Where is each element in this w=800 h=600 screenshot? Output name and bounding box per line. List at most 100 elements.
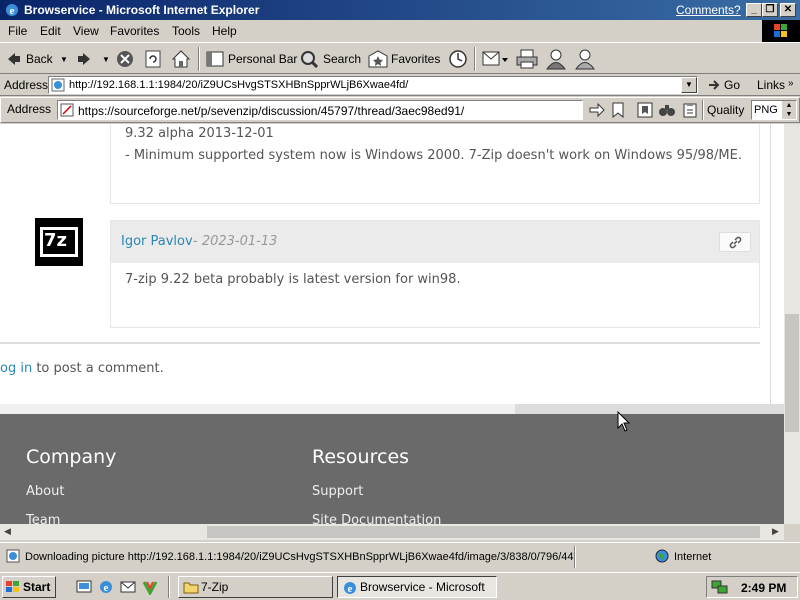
search-icon[interactable] [300,50,318,68]
folder-icon [183,580,199,594]
forward-button[interactable]: ▼ [74,47,110,71]
footer-support-link[interactable]: Support [312,484,363,499]
status-text: Downloading picture http://192.168.1.1:1… [25,551,575,563]
globe-icon [655,549,669,563]
broken-page-icon [60,103,74,117]
address-input[interactable]: http://192.168.1.1:1984/20/iZ9UCsHvgSTSX… [48,76,698,94]
start-button[interactable]: Start [2,576,56,598]
login-prompt: og in to post a comment. [0,361,164,376]
go-button[interactable]: Go [724,78,740,92]
go-arrow-icon[interactable] [708,78,722,92]
permalink-button[interactable] [719,232,751,252]
inner-address-input[interactable]: https://sourceforge.net/p/sevenzip/discu… [57,100,583,120]
windows-logo-icon [762,20,800,42]
back-arrow-icon [6,51,22,67]
clock[interactable]: 2:49 PM [741,581,786,595]
taskbar-item-browservice[interactable]: e Browservice - Microsoft ... [337,576,497,598]
menu-help[interactable]: Help [212,24,237,38]
outlook-quicklaunch-icon[interactable] [120,579,136,595]
menu-edit[interactable]: Edit [40,24,61,38]
vertical-scroll-thumb[interactable] [785,314,799,432]
status-divider [574,546,576,568]
clipboard-icon[interactable] [682,102,698,118]
inner-address-url: https://sourceforge.net/p/sevenzip/discu… [78,104,465,118]
menu-favorites[interactable]: Favorites [110,24,159,38]
taskbar-item-7zip[interactable]: 7-Zip [178,576,333,598]
bookmarks-list-icon[interactable] [637,102,653,118]
refresh-icon[interactable] [144,50,162,68]
address-dropdown-button[interactable]: ▼ [681,77,697,93]
previous-post: 9.32 alpha 2013-12-01 - Minimum supporte… [110,124,760,204]
chevron-right-icon[interactable]: » [788,78,794,89]
status-bar: Downloading picture http://192.168.1.1:1… [0,542,800,570]
favorites-button[interactable]: Favorites [391,52,440,66]
messenger-icon[interactable] [545,48,567,70]
personal-bar-button[interactable]: Personal Bar [228,52,297,66]
menu-file[interactable]: File [8,24,27,38]
find-icon[interactable] [658,102,676,118]
previous-post-line1: 9.32 alpha 2013-12-01 [125,126,274,141]
back-label: Back [26,52,53,66]
inner-horizontal-scrollbar[interactable] [0,404,784,414]
taskbar-separator [168,576,170,598]
mail-icon[interactable] [482,49,508,69]
post-author-link[interactable]: Igor Pavlov [121,234,193,249]
comments-link[interactable]: Comments? [676,3,741,17]
horizontal-scroll-thumb[interactable] [207,526,760,538]
footer-about-link[interactable]: About [26,484,64,499]
start-label: Start [23,580,51,594]
quality-label: Quality [707,103,745,117]
page-viewport[interactable]: 9.32 alpha 2013-12-01 - Minimum supporte… [0,124,784,524]
search-button[interactable]: Search [323,52,361,66]
network-icon[interactable] [711,579,729,595]
menu-tools[interactable]: Tools [172,24,200,38]
site-footer: Company About Team Resources Support Sit… [0,414,784,524]
home-icon[interactable] [171,49,191,69]
close-button[interactable]: ✕ [780,3,796,17]
post-body: 7-zip 9.22 beta probably is latest versi… [125,272,461,287]
inner-address-label: Address [7,102,52,116]
forward-arrow-icon [76,51,92,67]
restore-button[interactable]: ❐ [762,3,778,17]
zone-text: Internet [674,551,712,563]
media-quicklaunch-icon[interactable] [142,579,158,595]
inner-scrollbar-thumb[interactable] [515,404,784,414]
horizontal-scrollbar[interactable]: ◀ ▶ [0,524,784,540]
taskbar-item-label: 7-Zip [201,580,229,594]
menu-bar: File Edit View Favorites Tools Help [0,20,760,40]
login-link[interactable]: og in [0,361,32,376]
favorites-icon[interactable] [368,50,388,68]
go-arrow-icon[interactable] [589,103,605,117]
dropdown-arrow-icon[interactable]: ▼ [60,55,68,64]
links-button[interactable]: Links [757,78,785,92]
quality-spinner[interactable]: ▲ ▼ [782,101,796,119]
show-desktop-icon[interactable] [76,579,92,595]
taskbar: Start e 7-Zip e Browservice - Microsoft … [0,572,800,600]
dropdown-arrow-icon[interactable]: ▼ [102,55,110,64]
print-icon[interactable] [516,49,538,69]
ie-icon: e [4,2,20,18]
back-button[interactable]: Back ▼ [4,47,70,71]
personal-bar-icon[interactable] [206,51,224,67]
system-tray: 2:49 PM [706,576,798,598]
address-label: Address [4,78,49,92]
scroll-left-arrow-icon[interactable]: ◀ [4,526,11,537]
stop-icon[interactable] [116,50,134,68]
vertical-scrollbar[interactable] [784,124,800,524]
ie-quicklaunch-icon[interactable]: e [98,579,114,595]
minimize-button[interactable]: _ [746,3,762,17]
history-icon[interactable] [448,49,468,69]
menu-view[interactable]: View [73,24,99,38]
link-icon [729,236,742,249]
contacts-icon[interactable] [574,48,596,70]
standard-toolbar: Back ▼ ▼ Personal Bar Search Favorites [0,42,800,74]
footer-team-link[interactable]: Team [26,513,60,524]
post-meta: - 2023-01-13 [193,234,277,249]
post-date: 2023-01-13 [201,234,278,249]
quality-select[interactable]: PNG ▲ ▼ [751,100,797,120]
scroll-right-arrow-icon[interactable]: ▶ [772,526,779,537]
footer-site-docs-link[interactable]: Site Documentation [312,513,441,524]
title-bar[interactable]: e Browservice - Microsoft Internet Explo… [0,0,800,20]
bookmark-icon[interactable] [612,102,624,118]
scrollbar-corner [784,524,800,540]
